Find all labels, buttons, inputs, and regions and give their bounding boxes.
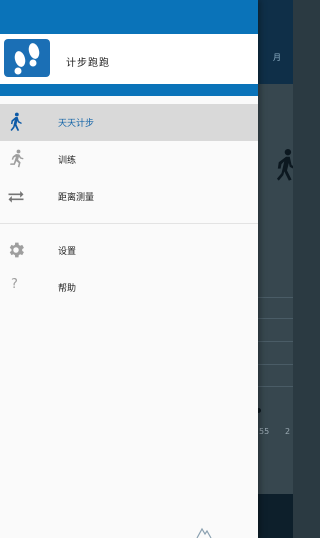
menu-item-settings[interactable]: 设置 — [0, 232, 258, 269]
background-axis-label: 2 — [285, 427, 291, 436]
background-divider — [258, 386, 293, 387]
background-axis-label: 55 — [259, 427, 270, 436]
menu-item-label: 帮助 — [58, 284, 77, 294]
background-divider — [258, 341, 293, 342]
menu-item-distance-measure[interactable]: 距离测量 — [0, 178, 258, 215]
footprints-icon — [14, 43, 40, 75]
menu-item-training[interactable]: 训练 — [0, 141, 258, 178]
walking-person-icon — [276, 148, 293, 181]
status-bar — [0, 0, 258, 34]
background-divider — [258, 297, 293, 298]
menu-item-help[interactable]: ? 帮助 — [0, 269, 258, 306]
gear-icon — [9, 242, 24, 258]
app-name: 计步跑跑 — [66, 58, 110, 69]
watermark-icon — [196, 527, 212, 538]
menu-item-label: 距离测量 — [58, 193, 95, 203]
walking-person-icon — [10, 112, 22, 131]
background-tab-month[interactable]: 月 — [273, 52, 281, 63]
menu-item-label: 天天计步 — [58, 119, 95, 129]
menu-item-daily-steps[interactable]: 天天计步 — [0, 104, 258, 141]
background-divider — [258, 318, 293, 319]
menu-item-label: 训练 — [58, 156, 77, 166]
navigation-drawer: 计步跑跑 天天计步 训练 距离测量 设置 ? 帮助 — [0, 0, 258, 538]
drawer-header: 计步跑跑 — [0, 34, 258, 84]
menu-divider — [0, 223, 258, 224]
menu-item-label: 设置 — [58, 247, 77, 257]
app-logo — [4, 39, 50, 77]
swap-arrows-icon — [8, 191, 24, 203]
running-person-icon — [10, 149, 24, 168]
help-icon: ? — [11, 277, 18, 292]
background-divider — [258, 364, 293, 365]
header-accent-bar — [0, 84, 258, 96]
drawer-menu: 天天计步 训练 距离测量 设置 ? 帮助 — [0, 104, 258, 306]
screen: 月 55 2 计步跑跑 天天计步 训练 距离测量 设置 ? 帮助 — [0, 0, 293, 538]
